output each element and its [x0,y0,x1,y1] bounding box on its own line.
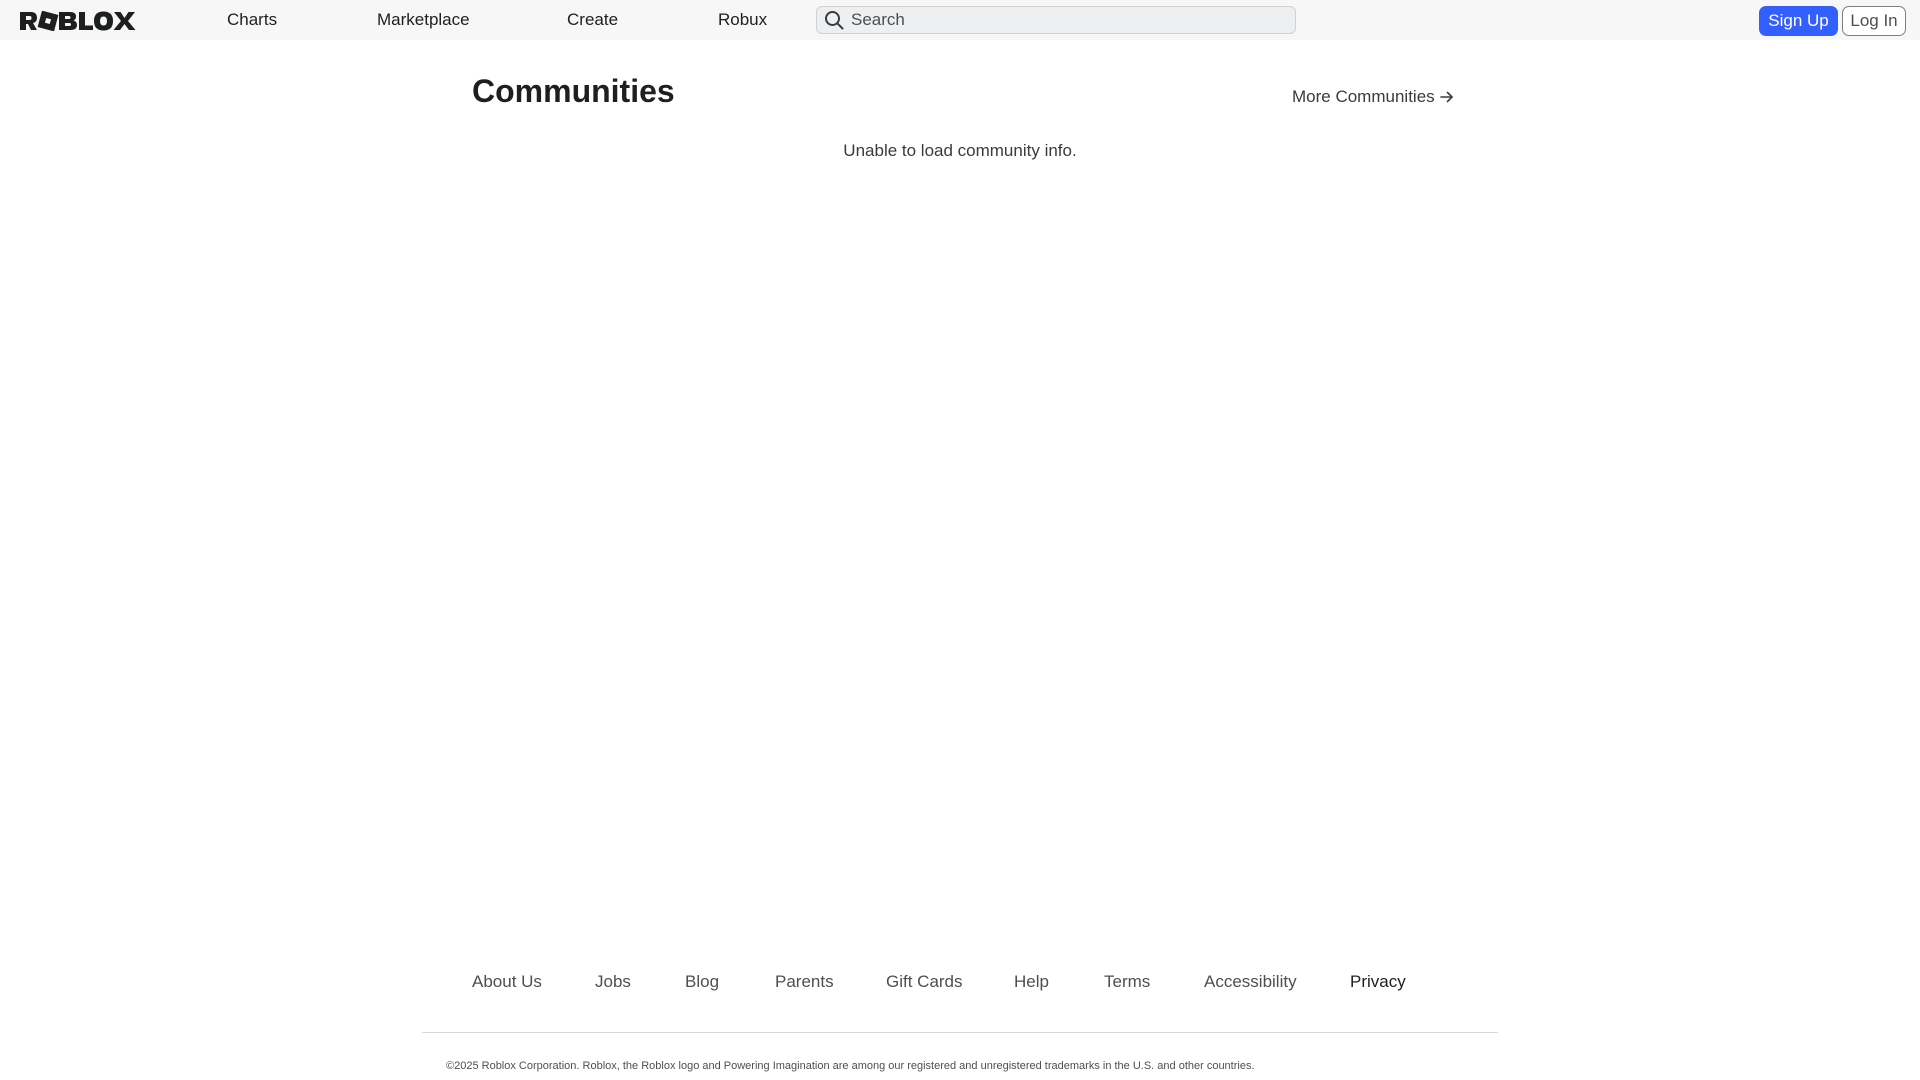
search-input[interactable] [851,8,1291,32]
top-navigation-bar: Charts Marketplace Create Robux Sign Up … [0,0,1920,40]
footer-link-help[interactable]: Help [1014,972,1049,992]
error-message: Unable to load community info. [843,141,1077,160]
arrow-right-icon [1439,89,1455,105]
copyright-text: ©2025 Roblox Corporation. Roblox, the Ro… [446,1060,1255,1072]
footer-link-about-us[interactable]: About Us [472,972,542,992]
search-bar[interactable] [816,6,1296,34]
search-icon [823,9,845,31]
footer-link-gift-cards[interactable]: Gift Cards [886,972,963,992]
footer-link-terms[interactable]: Terms [1104,972,1150,992]
footer-divider [422,1032,1498,1033]
nav-charts[interactable]: Charts [227,10,277,30]
page-title: Communities [472,73,675,109]
footer-link-jobs[interactable]: Jobs [595,972,631,992]
footer-link-parents[interactable]: Parents [775,972,834,992]
roblox-logo[interactable] [20,10,138,31]
sign-up-button[interactable]: Sign Up [1759,6,1838,36]
nav-robux[interactable]: Robux [718,10,767,30]
footer-link-accessibility[interactable]: Accessibility [1204,972,1297,992]
footer-link-privacy[interactable]: Privacy [1350,972,1406,992]
more-communities-label: More Communities [1292,87,1435,106]
nav-create[interactable]: Create [567,10,618,30]
footer-link-blog[interactable]: Blog [685,972,719,992]
nav-marketplace[interactable]: Marketplace [377,10,470,30]
roblox-logo-icon [20,10,136,31]
log-in-button[interactable]: Log In [1842,6,1906,36]
more-communities-link[interactable]: More Communities [1292,86,1455,108]
